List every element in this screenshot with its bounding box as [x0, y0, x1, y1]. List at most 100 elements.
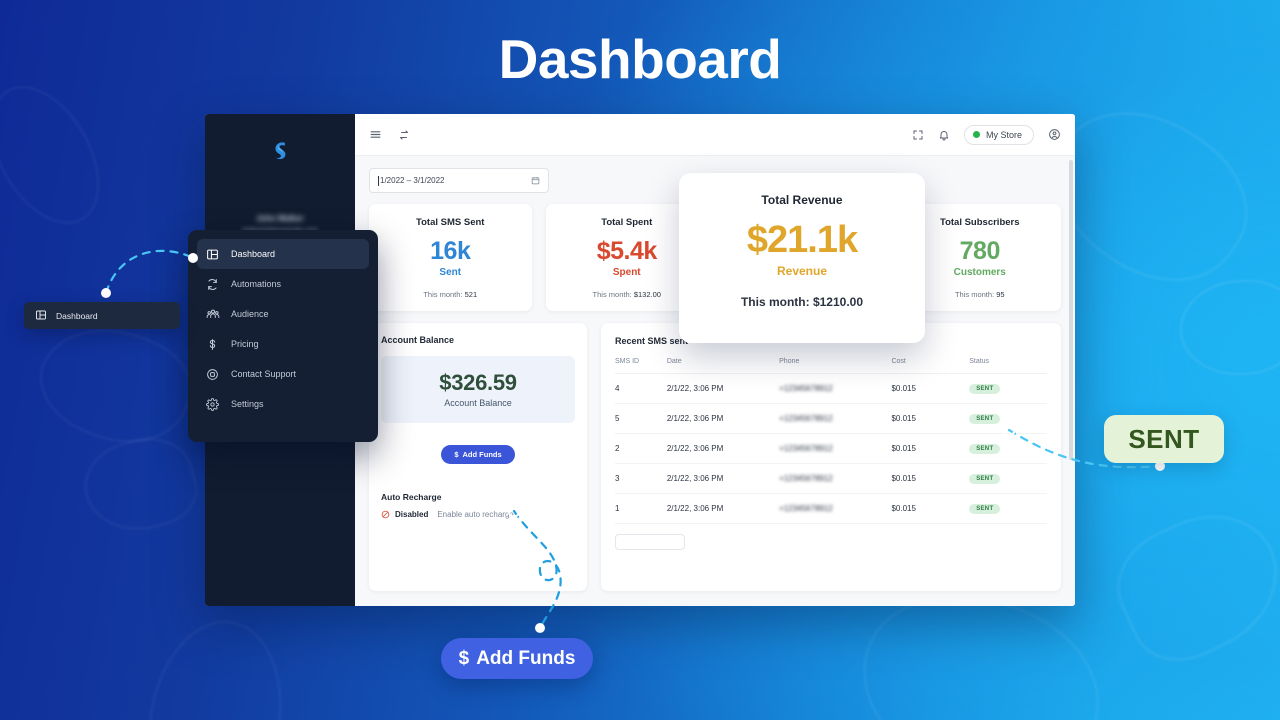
menu-item-pricing[interactable]: Pricing — [197, 329, 369, 359]
cell-status: SENT — [969, 463, 1047, 494]
pagination-button[interactable] — [615, 534, 685, 550]
menu-item-audience[interactable]: Audience — [197, 299, 369, 329]
background-swirl — [1100, 492, 1280, 678]
auto-recharge-status: Disabled — [395, 510, 429, 519]
column-header-sms-id[interactable]: SMS ID — [615, 358, 667, 374]
callout-sent-label: SENT — [1128, 423, 1200, 454]
cell-status: SENT — [969, 373, 1047, 404]
status-badge: SENT — [969, 474, 1001, 484]
dashboard-layout-icon — [205, 247, 220, 262]
connector-dot — [101, 288, 111, 298]
balance-box: $326.59 Account Balance — [381, 356, 575, 423]
date-range-value: 1/2022 – 3/1/2022 — [378, 175, 445, 186]
stat-footer: This month: 95 — [954, 290, 1005, 299]
cell-date: 2/1/22, 3:06 PM — [666, 433, 780, 464]
column-header-phone[interactable]: Phone — [779, 358, 892, 374]
menu-item-contact-support[interactable]: Contact Support — [197, 359, 369, 389]
table-row[interactable]: 2 2/1/22, 3:06 PM +12345678912 $0.015 SE… — [615, 433, 1047, 464]
connector-dot — [535, 623, 545, 633]
stat-card-total-sms-sent: Total SMS Sent 16k Sent This month: 521 — [369, 204, 532, 311]
refresh-cycle-icon — [205, 277, 220, 292]
auto-recharge-title: Auto Recharge — [381, 492, 442, 502]
date-range-input[interactable]: 1/2022 – 3/1/2022 — [369, 168, 549, 193]
cell-status: SENT — [969, 493, 1047, 524]
column-header-date[interactable]: Date — [666, 358, 780, 374]
total-revenue-overlay-card: Total Revenue $21.1k Revenue This month:… — [679, 173, 925, 343]
cell-phone: +12345678912 — [779, 463, 892, 494]
menu-item-label: Settings — [231, 399, 264, 409]
account-circle-icon[interactable] — [1048, 128, 1061, 141]
dashboard-layout-icon — [35, 309, 47, 323]
store-status-dot — [972, 131, 980, 138]
cell-status: SENT — [969, 433, 1047, 464]
lifebuoy-support-icon — [205, 367, 220, 382]
column-header-cost[interactable]: Cost — [891, 358, 970, 374]
lower-panels: Account Balance $326.59 Account Balance … — [369, 323, 1061, 591]
background-swirl — [133, 610, 297, 720]
balance-amount: $326.59 — [439, 370, 517, 395]
notification-bell-icon[interactable] — [938, 129, 950, 141]
background-swirl — [24, 305, 206, 465]
dollar-icon: $ — [454, 450, 459, 459]
stat-title: Total Subscribers — [939, 217, 1020, 228]
cell-cost: $0.015 — [891, 373, 970, 404]
enable-auto-recharge-link[interactable]: Enable auto recharge — [437, 510, 514, 519]
text-cursor — [378, 175, 379, 186]
add-funds-button[interactable]: $ Add Funds — [441, 445, 515, 464]
dollar-sign-icon — [205, 337, 220, 352]
stat-subtitle: Customers — [953, 267, 1006, 278]
callout-sent-badge: SENT — [1104, 415, 1224, 463]
menu-item-settings[interactable]: Settings — [197, 389, 369, 419]
auto-recharge-section: Auto Recharge Disabled Enable auto recha… — [381, 492, 575, 519]
menu-item-label: Pricing — [231, 339, 259, 349]
revenue-card-amount: $21.1k — [746, 219, 858, 261]
dollar-icon: $ — [458, 647, 470, 669]
window-scrollbar[interactable] — [1069, 160, 1073, 460]
stat-value: 780 — [959, 237, 1001, 265]
revenue-card-subtitle: Revenue — [776, 264, 828, 278]
cell-cost: $0.015 — [891, 493, 970, 524]
people-group-icon — [205, 307, 220, 322]
table-row[interactable]: 5 2/1/22, 3:06 PM +12345678912 $0.015 SE… — [615, 403, 1047, 434]
table-row[interactable]: 4 2/1/22, 3:06 PM +12345678912 $0.015 SE… — [615, 373, 1047, 404]
callout-dashboard-label: Dashboard — [56, 310, 98, 321]
menu-item-label: Dashboard — [231, 249, 276, 259]
store-selector[interactable]: My Store — [963, 124, 1034, 145]
cell-status: SENT — [969, 403, 1047, 434]
app-logo-s-icon — [275, 142, 286, 160]
cell-sms-id: 2 — [615, 433, 667, 464]
connector-line-dashboard — [104, 249, 195, 295]
menu-item-automations[interactable]: Automations — [197, 269, 369, 299]
cell-phone: +12345678912 — [779, 433, 892, 464]
cell-sms-id: 4 — [615, 373, 667, 404]
table-row[interactable]: 3 2/1/22, 3:06 PM +12345678912 $0.015 SE… — [615, 463, 1047, 494]
panel-title: Account Balance — [381, 335, 455, 345]
stat-footer: This month: 521 — [423, 290, 478, 299]
cell-date: 2/1/22, 3:06 PM — [666, 403, 780, 434]
column-header-status[interactable]: Status — [969, 358, 1047, 374]
fullscreen-expand-icon[interactable] — [912, 129, 924, 141]
stat-subtitle: Sent — [439, 267, 462, 278]
recent-sms-panel: Recent SMS sent SMS ID Date Phone Cost S… — [601, 323, 1061, 591]
stat-value: 16k — [430, 237, 471, 265]
gear-settings-icon — [205, 397, 220, 412]
menu-item-label: Contact Support — [231, 369, 297, 379]
cell-phone: +12345678912 — [779, 493, 892, 524]
transfer-arrows-icon[interactable] — [398, 129, 410, 141]
callout-add-funds-button[interactable]: $ Add Funds — [441, 638, 593, 679]
background-swirl — [0, 67, 122, 243]
sidebar-user-name: John Walker — [256, 214, 304, 223]
status-badge: SENT — [969, 414, 1001, 424]
hamburger-menu-icon[interactable] — [369, 128, 382, 141]
menu-item-label: Automations — [231, 279, 282, 289]
add-funds-label: Add Funds — [462, 450, 502, 459]
calendar-icon[interactable] — [531, 176, 540, 185]
page-title: Dashboard — [498, 28, 782, 90]
background-swirl — [75, 427, 205, 543]
cell-sms-id: 3 — [615, 463, 667, 494]
menu-item-dashboard[interactable]: Dashboard — [197, 239, 369, 269]
cell-sms-id: 1 — [615, 493, 667, 524]
table-row[interactable]: 1 2/1/22, 3:06 PM +12345678912 $0.015 SE… — [615, 493, 1047, 524]
callout-dashboard[interactable]: Dashboard — [24, 302, 180, 329]
revenue-card-footer: This month: $1210.00 — [740, 295, 864, 309]
